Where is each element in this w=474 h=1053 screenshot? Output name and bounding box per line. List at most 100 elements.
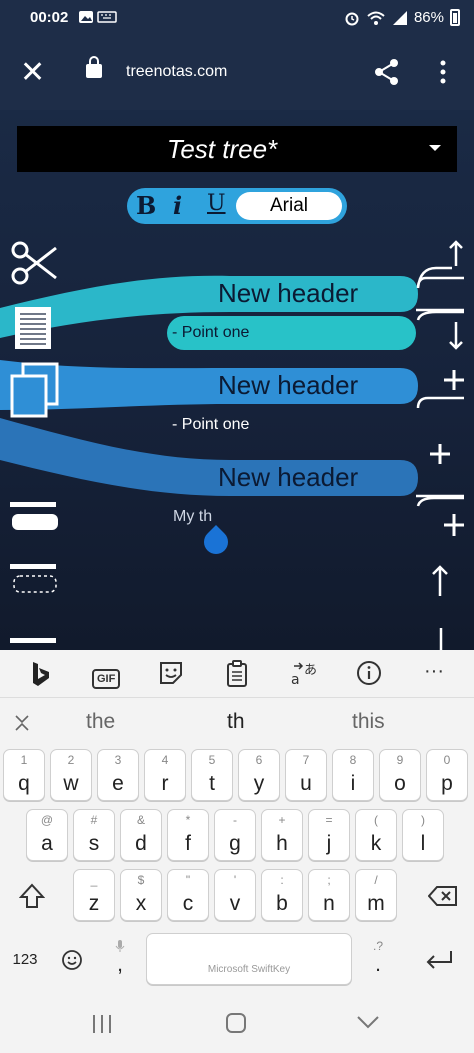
copy-icon[interactable] [9, 362, 59, 418]
info-icon[interactable] [356, 660, 382, 686]
clipboard-icon[interactable] [226, 660, 248, 688]
add-child-above-icon[interactable] [416, 368, 466, 412]
font-selector[interactable]: Arial [236, 192, 342, 220]
keyboard-toolbar: GIF a あ ··· [0, 650, 474, 697]
shift-key[interactable] [6, 869, 58, 921]
key-t[interactable]: 5t [191, 749, 233, 801]
key-s[interactable]: # s [73, 809, 115, 861]
arrow-up-icon[interactable] [430, 564, 450, 598]
lock-icon [86, 56, 102, 78]
key-l[interactable]: ) l [402, 809, 444, 861]
key-y[interactable]: 6y [238, 749, 280, 801]
microphone-icon [115, 940, 125, 952]
arrow-down-icon[interactable] [438, 628, 444, 650]
more-icon[interactable]: ··· [424, 660, 444, 683]
keyboard: GIF a あ ··· the th this 1 q 2 w 3 e 4 r … [0, 650, 474, 1053]
period-key[interactable]: .? . [358, 933, 398, 985]
suggestion-1[interactable]: the [86, 710, 115, 734]
key-k[interactable]: (k [355, 809, 397, 861]
key-d[interactable]: & d [120, 809, 162, 861]
key-b[interactable]: :b [261, 869, 303, 921]
key-g[interactable]: -g [214, 809, 256, 861]
gif-label: GIF [92, 669, 121, 689]
svg-text:a: a [291, 672, 300, 688]
status-notification-icons [79, 10, 119, 28]
node-point-3-input[interactable]: My th [173, 508, 212, 526]
key-u[interactable]: 7u [285, 749, 327, 801]
bold-button[interactable]: B [136, 191, 156, 220]
shift-icon [19, 883, 45, 908]
key-f[interactable]: * f [167, 809, 209, 861]
url-text[interactable]: treenotas.com [126, 63, 227, 81]
key-c[interactable]: " c [167, 869, 209, 921]
node-header-3[interactable]: New header [218, 462, 358, 493]
add-sibling-icon[interactable] [10, 502, 60, 532]
key-e[interactable]: 3e [97, 749, 139, 801]
key-r[interactable]: 4r [144, 749, 186, 801]
node-point-1-pill[interactable]: - Point one [167, 316, 416, 350]
key-i[interactable]: 8i [332, 749, 374, 801]
backspace-key[interactable] [414, 869, 470, 921]
key-j[interactable]: = j [308, 809, 350, 861]
key-m[interactable]: / m [355, 869, 397, 921]
key-w[interactable]: 2w [50, 749, 92, 801]
key-o[interactable]: 9o [379, 749, 421, 801]
move-down-branch-icon[interactable] [416, 296, 466, 352]
svg-text:あ: あ [304, 663, 317, 678]
key-q[interactable]: 1q [3, 749, 45, 801]
share-icon[interactable] [374, 58, 400, 91]
key-z[interactable]: _ z [73, 869, 115, 921]
recent-apps-icon[interactable] [90, 1012, 114, 1036]
collapse-icon[interactable] [14, 714, 32, 732]
paste-icon[interactable] [14, 306, 52, 350]
suggestion-3[interactable]: this [352, 710, 385, 734]
system-nav-bar [0, 998, 474, 1053]
key-v[interactable]: ' v [214, 869, 256, 921]
bing-icon[interactable] [28, 660, 54, 688]
underline-button[interactable]: U [207, 191, 226, 216]
comma-key[interactable]: , [100, 933, 140, 985]
node-header-1[interactable]: New header [218, 278, 358, 309]
add-node-icon[interactable] [428, 442, 452, 466]
browser-toolbar: ✕ treenotas.com [0, 36, 474, 110]
enter-icon [426, 951, 452, 969]
close-icon[interactable]: ✕ [20, 58, 45, 88]
key-p[interactable]: 0p [426, 749, 468, 801]
status-time: 00:02 [30, 9, 69, 26]
emoji-key[interactable] [52, 933, 92, 985]
key-x[interactable]: $ x [120, 869, 162, 921]
gif-icon[interactable]: GIF [92, 662, 121, 689]
numbers-key[interactable]: 123 [2, 933, 48, 985]
translate-icon[interactable]: a あ [290, 660, 320, 688]
key-h[interactable]: + h [261, 809, 303, 861]
add-empty-icon[interactable] [10, 564, 60, 596]
node-header-2[interactable]: New header [218, 370, 358, 401]
more-vert-icon[interactable] [440, 60, 446, 84]
tree-canvas[interactable]: Test tree* B i U Arial New header - Poin… [0, 110, 474, 650]
node-point-2[interactable]: - Point one [172, 416, 249, 434]
status-right: 86% [344, 9, 460, 26]
space-key[interactable]: Microsoft SwiftKey [146, 933, 352, 985]
move-up-branch-icon[interactable] [416, 238, 466, 290]
alarm-icon [345, 12, 359, 25]
add-child-below-icon[interactable] [416, 492, 466, 538]
status-bar: 00:02 86% [0, 0, 474, 36]
home-icon[interactable] [224, 1011, 248, 1035]
tree-title-bar[interactable]: Test tree* [17, 126, 457, 172]
signal-icon [392, 10, 407, 25]
sticker-icon[interactable] [158, 660, 184, 686]
back-chevron-icon[interactable] [356, 1014, 380, 1030]
italic-button[interactable]: i [173, 191, 182, 220]
wifi-icon [367, 11, 385, 25]
separator-icon[interactable] [10, 638, 58, 646]
tree-title: Test tree* [166, 134, 278, 164]
suggestion-2[interactable]: th [227, 710, 245, 734]
enter-key[interactable] [414, 933, 470, 985]
cut-icon[interactable] [10, 238, 58, 288]
battery-icon [450, 9, 460, 26]
dropdown-caret-icon[interactable] [429, 145, 441, 151]
emoji-icon [62, 950, 82, 970]
key-a[interactable]: @ a [26, 809, 68, 861]
node-point-1: - Point one [172, 324, 250, 341]
key-n[interactable]: ; n [308, 869, 350, 921]
